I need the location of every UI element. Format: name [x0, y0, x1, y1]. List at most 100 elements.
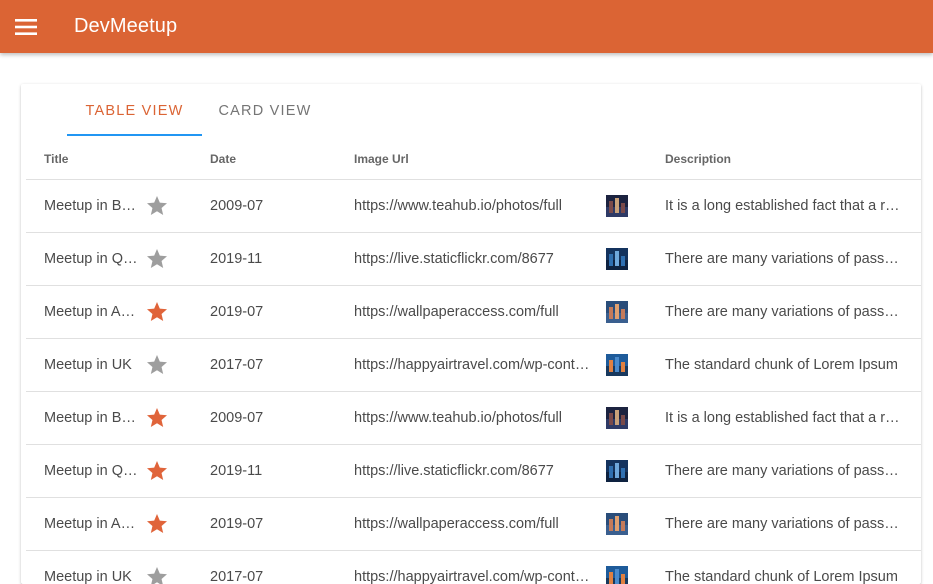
meetups-table: Title Date Image Url Description Meetup … [26, 137, 921, 584]
favorite-star-button[interactable] [143, 551, 171, 584]
table-row[interactable]: Meetup in Qatar 2019-11 https://live.stati… [26, 233, 921, 286]
meetup-title-cell: Meetup in Berlin [44, 392, 140, 444]
description-cell: It is a long established fact that a rea… [665, 392, 901, 444]
meetup-date-cell-text: 2009-07 [210, 198, 264, 214]
meetup-thumbnail-image [606, 460, 628, 482]
table-row[interactable]: Meetup in Abu Dhabi 2019-07 https://wallpa… [26, 498, 921, 551]
description-cell-text: There are many variations of passages [665, 516, 901, 532]
meetup-date-cell: 2019-11 [210, 445, 310, 497]
meetup-date-cell: 2017-07 [210, 551, 310, 584]
app-title[interactable]: DevMeetup [74, 15, 177, 38]
meetup-thumbnail-image [606, 407, 628, 429]
meetups-card: TABLE VIEW CARD VIEW Title Date Image Ur… [21, 84, 921, 584]
meetup-title-cell-text: Meetup in Abu Dhabi [44, 516, 140, 532]
meetup-title-cell: Meetup in UK [44, 339, 140, 391]
table-row[interactable]: Meetup in Berlin 2009-07 https://www.teahu… [26, 180, 921, 233]
description-cell: There are many variations of passages [665, 286, 901, 338]
meetup-date-cell-text: 2017-07 [210, 357, 264, 373]
meetup-date-cell-text: 2009-07 [210, 410, 264, 426]
meetup-title-cell: Meetup in UK [44, 551, 140, 584]
image-url-cell: https://www.teahub.io/photos/full [354, 392, 592, 444]
star-icon [147, 302, 167, 321]
meetup-date-cell: 2017-07 [210, 339, 310, 391]
meetup-title-cell: Meetup in Berlin [44, 180, 140, 232]
image-url-cell: https://happyairtravel.com/wp-content [354, 551, 592, 584]
image-url-cell-text: https://www.teahub.io/photos/full [354, 410, 562, 426]
column-header-image-url[interactable]: Image Url [354, 137, 409, 180]
image-url-cell-text: https://wallpaperaccess.com/full [354, 304, 559, 320]
meetup-date-cell: 2019-11 [210, 233, 310, 285]
image-url-cell: https://wallpaperaccess.com/full [354, 498, 592, 550]
view-tabs: TABLE VIEW CARD VIEW [21, 84, 921, 137]
table-header: Title Date Image Url Description [26, 137, 921, 180]
tab-card-view[interactable]: CARD VIEW [202, 84, 328, 137]
favorite-star-button[interactable] [143, 233, 171, 285]
description-cell: The standard chunk of Lorem Ipsum [665, 551, 901, 584]
image-url-cell-text: https://live.staticflickr.com/8677 [354, 463, 554, 479]
meetup-date-cell: 2009-07 [210, 392, 310, 444]
column-header-title[interactable]: Title [44, 137, 68, 180]
favorite-star-button[interactable] [143, 286, 171, 338]
table-row[interactable]: Meetup in UK 2017-07 https://happyairtrave… [26, 339, 921, 392]
meetup-title-cell-text: Meetup in Abu Dhabi [44, 304, 140, 320]
meetup-title-cell-text: Meetup in Berlin [44, 198, 140, 214]
image-thumbnail [606, 339, 628, 391]
description-cell-text: It is a long established fact that a rea… [665, 410, 901, 426]
meetup-title-cell-text: Meetup in Qatar [44, 251, 140, 267]
favorite-star-button[interactable] [143, 180, 171, 232]
meetup-date-cell: 2019-07 [210, 498, 310, 550]
star-icon [147, 461, 167, 480]
image-url-cell: https://wallpaperaccess.com/full [354, 286, 592, 338]
description-cell-text: There are many variations of passages [665, 251, 901, 267]
meetup-title-cell-text: Meetup in Berlin [44, 410, 140, 426]
description-cell: The standard chunk of Lorem Ipsum [665, 339, 901, 391]
meetup-thumbnail-image [606, 354, 628, 376]
favorite-star-button[interactable] [143, 392, 171, 444]
image-url-cell-text: https://www.teahub.io/photos/full [354, 198, 562, 214]
table-row[interactable]: Meetup in UK 2017-07 https://happyairtrave… [26, 551, 921, 584]
meetup-title-cell: Meetup in Abu Dhabi [44, 286, 140, 338]
table-body: Meetup in Berlin 2009-07 https://www.teahu… [26, 180, 921, 584]
star-icon [147, 408, 167, 427]
table-row[interactable]: Meetup in Qatar 2019-11 https://live.stati… [26, 445, 921, 498]
description-cell-text: There are many variations of passages [665, 304, 901, 320]
image-thumbnail [606, 551, 628, 584]
meetup-title-cell-text: Meetup in Qatar [44, 463, 140, 479]
meetup-thumbnail-image [606, 566, 628, 584]
tab-table-view[interactable]: TABLE VIEW [67, 84, 202, 137]
image-thumbnail [606, 233, 628, 285]
meetup-title-cell: Meetup in Abu Dhabi [44, 498, 140, 550]
meetup-date-cell-text: 2019-07 [210, 516, 264, 532]
table-row[interactable]: Meetup in Abu Dhabi 2019-07 https://wallpa… [26, 286, 921, 339]
hamburger-menu-icon [15, 18, 37, 35]
description-cell: There are many variations of passages [665, 445, 901, 497]
column-header-description[interactable]: Description [665, 137, 731, 180]
star-icon [147, 355, 167, 374]
favorite-star-button[interactable] [143, 339, 171, 391]
star-icon [147, 196, 167, 215]
image-url-cell: https://www.teahub.io/photos/full [354, 180, 592, 232]
meetup-title-cell-text: Meetup in UK [44, 569, 132, 584]
favorite-star-button[interactable] [143, 445, 171, 497]
meetup-thumbnail-image [606, 248, 628, 270]
column-header-date[interactable]: Date [210, 137, 236, 180]
meetup-thumbnail-image [606, 195, 628, 217]
meetup-date-cell-text: 2019-07 [210, 304, 264, 320]
meetup-thumbnail-image [606, 513, 628, 535]
favorite-star-button[interactable] [143, 498, 171, 550]
meetup-title-cell: Meetup in Qatar [44, 445, 140, 497]
image-thumbnail [606, 445, 628, 497]
table-row[interactable]: Meetup in Berlin 2009-07 https://www.teahu… [26, 392, 921, 445]
app-bar: DevMeetup [0, 0, 933, 53]
image-url-cell: https://live.staticflickr.com/8677 [354, 233, 592, 285]
meetup-title-cell: Meetup in Qatar [44, 233, 140, 285]
description-cell-text: The standard chunk of Lorem Ipsum [665, 357, 898, 373]
image-url-cell: https://live.staticflickr.com/8677 [354, 445, 592, 497]
image-thumbnail [606, 286, 628, 338]
star-icon [147, 567, 167, 584]
menu-button[interactable] [0, 4, 52, 50]
description-cell-text: The standard chunk of Lorem Ipsum [665, 569, 898, 584]
star-icon [147, 514, 167, 533]
meetup-date-cell-text: 2019-11 [210, 251, 263, 267]
image-thumbnail [606, 498, 628, 550]
